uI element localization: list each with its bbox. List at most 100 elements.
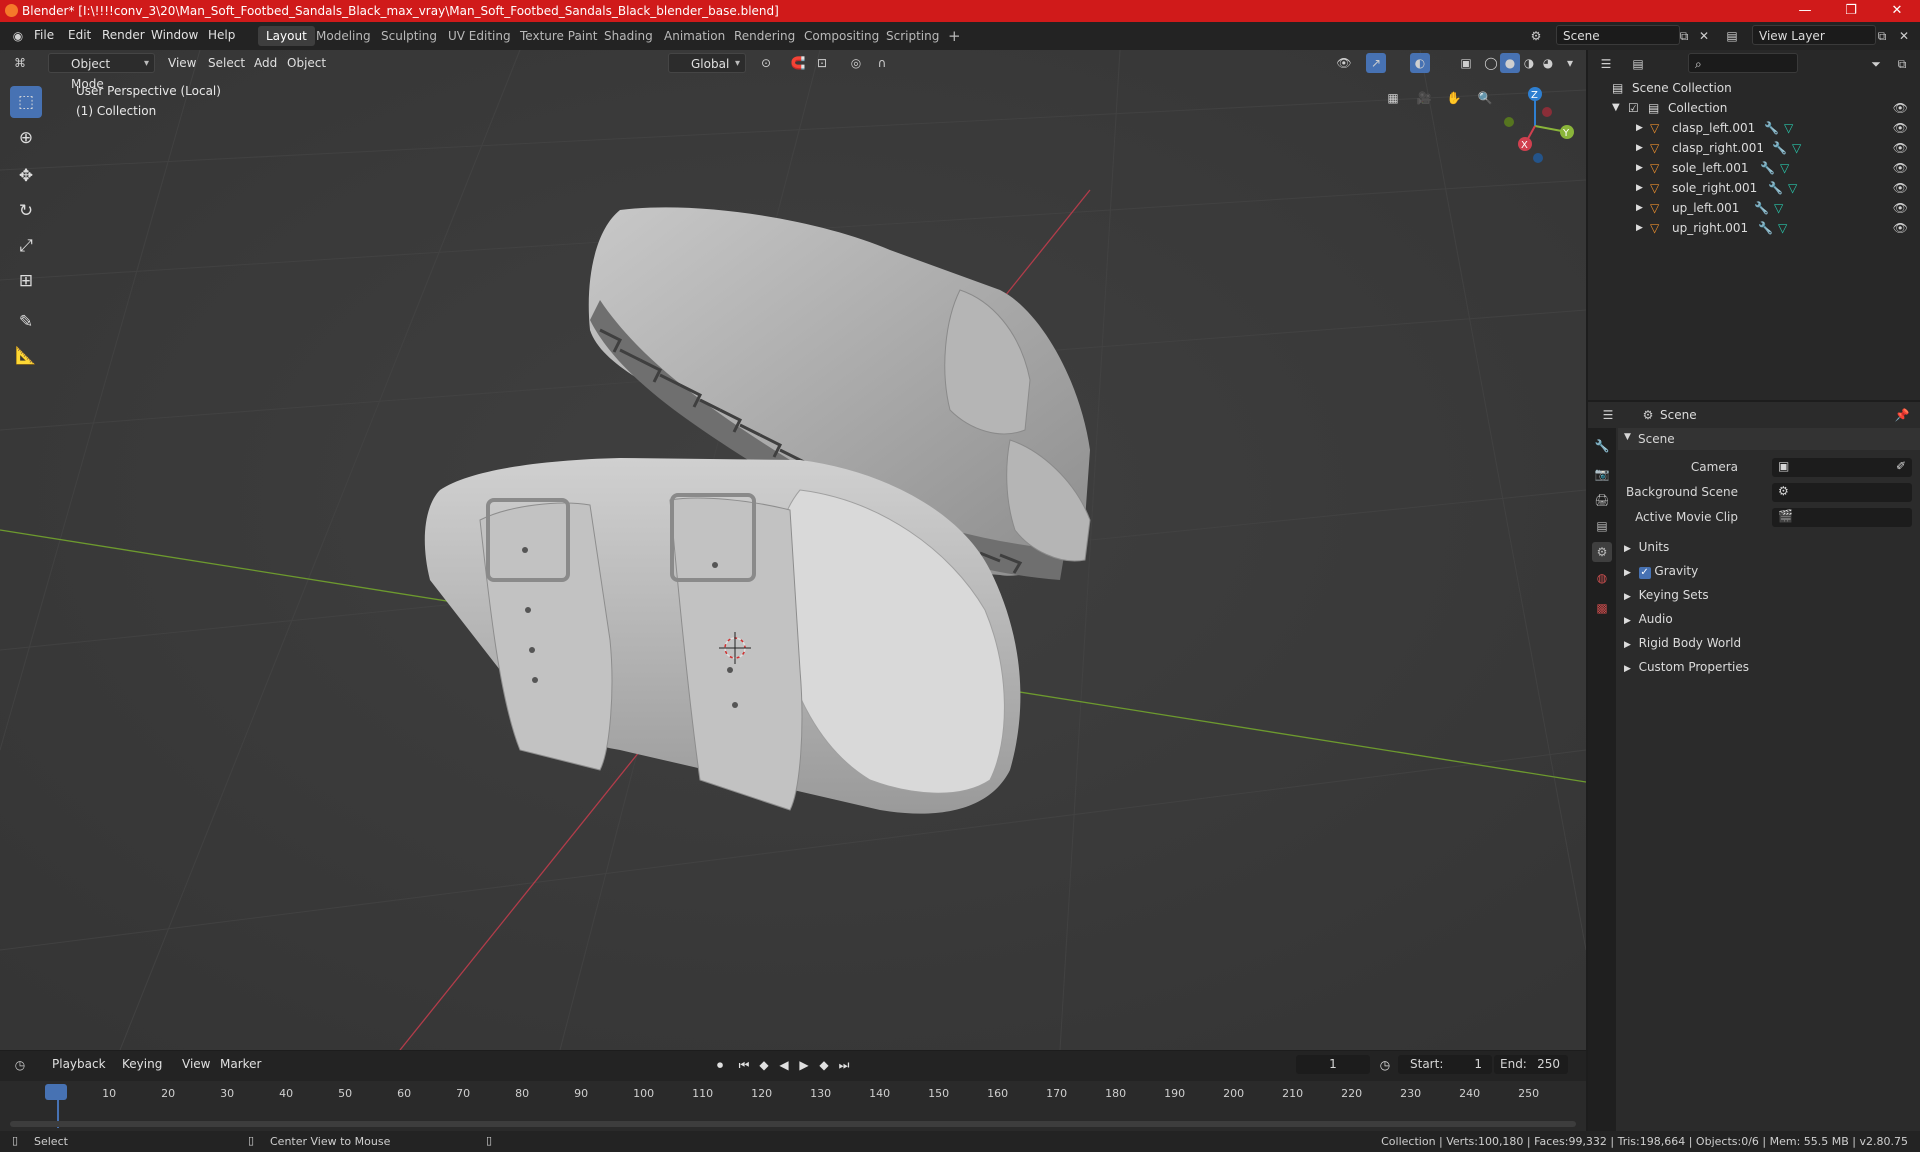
- camera-view-icon[interactable]: 🎥: [1414, 88, 1434, 108]
- scale-tool-icon[interactable]: ⤢: [10, 230, 42, 262]
- view-layer-tab-icon[interactable]: ▤: [1592, 516, 1612, 536]
- scene-field[interactable]: Scene: [1556, 25, 1680, 45]
- viewport-menu-select[interactable]: Select: [208, 56, 245, 70]
- outliner-object-row[interactable]: ▶ ▽ up_right.001 🔧 ▽ 👁: [1588, 218, 1920, 238]
- solid-shading-icon[interactable]: ●: [1500, 53, 1520, 73]
- camera-field[interactable]: ▣ ✐: [1772, 458, 1912, 477]
- measure-tool-icon[interactable]: 📐: [10, 340, 42, 372]
- outliner-object-row[interactable]: ▶ ▽ sole_left.001 🔧 ▽ 👁: [1588, 158, 1920, 178]
- mesh-data-icon[interactable]: ▽: [1784, 118, 1793, 138]
- expand-triangle-icon[interactable]: ▶: [1636, 138, 1643, 158]
- output-tab-icon[interactable]: 🖨: [1592, 490, 1612, 510]
- tab-layout[interactable]: Layout: [258, 26, 315, 46]
- tab-scripting[interactable]: Scripting: [878, 26, 947, 46]
- tab-uv-editing[interactable]: UV Editing: [440, 26, 519, 46]
- eye-icon[interactable]: 👁: [1893, 118, 1908, 138]
- tab-texture-paint[interactable]: Texture Paint: [512, 26, 605, 46]
- delete-view-layer-icon[interactable]: ✕: [1894, 26, 1914, 46]
- tool-settings-tab-icon[interactable]: 🔧: [1592, 436, 1612, 456]
- modifier-wrench-icon[interactable]: 🔧: [1772, 138, 1787, 158]
- tab-compositing[interactable]: Compositing: [796, 26, 887, 46]
- cursor-tool-icon[interactable]: ⊕: [10, 122, 42, 154]
- modifier-wrench-icon[interactable]: 🔧: [1760, 158, 1775, 178]
- scene-panel-header[interactable]: ▼ Scene: [1618, 428, 1920, 450]
- modifier-wrench-icon[interactable]: 🔧: [1758, 218, 1773, 238]
- viewport-menu-add[interactable]: Add: [254, 56, 277, 70]
- pivot-point-icon[interactable]: ⊙: [756, 53, 776, 73]
- render-tab-icon[interactable]: 📷: [1592, 464, 1612, 484]
- expand-triangle-icon[interactable]: ▶: [1636, 118, 1643, 138]
- move-tool-icon[interactable]: ✥: [10, 160, 42, 192]
- mesh-data-icon[interactable]: ▽: [1778, 218, 1787, 238]
- outliner-object-row[interactable]: ▶ ▽ sole_right.001 🔧 ▽ 👁: [1588, 178, 1920, 198]
- menu-help[interactable]: Help: [208, 28, 235, 42]
- collection-checkbox-icon[interactable]: ☑: [1628, 98, 1639, 118]
- section-rigid-body-world[interactable]: ▶ Rigid Body World: [1624, 636, 1741, 650]
- new-view-layer-icon[interactable]: ⧉: [1872, 26, 1892, 46]
- rotate-tool-icon[interactable]: ↻: [10, 195, 42, 227]
- overlay-toggle-icon[interactable]: ◐: [1410, 53, 1430, 73]
- menu-window[interactable]: Window: [151, 28, 198, 42]
- tab-modeling[interactable]: Modeling: [308, 26, 379, 46]
- close-window-button[interactable]: ✕: [1874, 0, 1920, 22]
- transform-orientation-dropdown[interactable]: Global: [668, 53, 746, 74]
- tab-animation[interactable]: Animation: [656, 26, 733, 46]
- select-box-tool-icon[interactable]: ⬚: [10, 86, 42, 118]
- maximize-button[interactable]: ❐: [1828, 0, 1874, 22]
- timeline-scrollbar[interactable]: [10, 1121, 1576, 1127]
- outliner-scene-collection[interactable]: ▤ Scene Collection: [1588, 78, 1920, 98]
- display-mode-icon[interactable]: ▤: [1628, 54, 1648, 74]
- section-audio[interactable]: ▶ Audio: [1624, 612, 1673, 626]
- proportional-edit-icon[interactable]: ◎: [846, 53, 866, 73]
- zoom-view-icon[interactable]: 🔍: [1475, 88, 1495, 108]
- navigation-gizmo[interactable]: Z Y X: [1495, 84, 1575, 164]
- playhead-marker[interactable]: [45, 1084, 67, 1100]
- tab-shading[interactable]: Shading: [596, 26, 661, 46]
- blender-menu-icon[interactable]: ◉: [8, 26, 28, 46]
- annotate-tool-icon[interactable]: ✎: [10, 306, 42, 338]
- xray-toggle-icon[interactable]: ▣: [1456, 53, 1476, 73]
- toggle-grid-icon[interactable]: ▦: [1383, 88, 1403, 108]
- scene-icon[interactable]: ⚙: [1526, 26, 1546, 46]
- background-scene-field[interactable]: ⚙: [1772, 483, 1912, 502]
- eye-icon[interactable]: 👁: [1893, 218, 1908, 238]
- eye-icon[interactable]: 👁: [1893, 138, 1908, 158]
- tab-sculpting[interactable]: Sculpting: [373, 26, 445, 46]
- active-movie-clip-field[interactable]: 🎬: [1772, 508, 1912, 527]
- modifier-wrench-icon[interactable]: 🔧: [1768, 178, 1783, 198]
- tab-rendering[interactable]: Rendering: [726, 26, 803, 46]
- properties-editor-icon[interactable]: ☰: [1598, 405, 1618, 425]
- viewport-menu-object[interactable]: Object: [287, 56, 326, 70]
- eye-icon[interactable]: 👁: [1893, 178, 1908, 198]
- eye-icon[interactable]: 👁: [1893, 98, 1908, 118]
- delete-scene-icon[interactable]: ✕: [1694, 26, 1714, 46]
- modifier-wrench-icon[interactable]: 🔧: [1754, 198, 1769, 218]
- expand-triangle-icon[interactable]: ▶: [1636, 198, 1643, 218]
- eye-icon[interactable]: 👁: [1893, 158, 1908, 178]
- outliner-object-row[interactable]: ▶ ▽ clasp_right.001 🔧 ▽ 👁: [1588, 138, 1920, 158]
- transform-tool-icon[interactable]: ⊞: [10, 265, 42, 297]
- menu-edit[interactable]: Edit: [68, 28, 91, 42]
- gizmo-toggle-icon[interactable]: ↗: [1366, 53, 1386, 73]
- section-units[interactable]: ▶ Units: [1624, 540, 1669, 554]
- mesh-data-icon[interactable]: ▽: [1788, 178, 1797, 198]
- editor-type-icon[interactable]: ⌘: [10, 53, 30, 73]
- object-mode-dropdown[interactable]: Object Mode: [48, 53, 155, 91]
- section-keying-sets[interactable]: ▶ Keying Sets: [1624, 588, 1709, 602]
- eyedropper-icon[interactable]: ✐: [1896, 459, 1906, 473]
- minimize-button[interactable]: —: [1782, 0, 1828, 22]
- mesh-data-icon[interactable]: ▽: [1792, 138, 1801, 158]
- collapse-triangle-icon[interactable]: ▼: [1612, 98, 1620, 118]
- world-tab-icon[interactable]: ◍: [1592, 568, 1612, 588]
- scene-tab-icon[interactable]: ⚙: [1592, 542, 1612, 562]
- shading-options-icon[interactable]: ▾: [1560, 53, 1580, 73]
- gravity-checkbox[interactable]: ✓: [1638, 567, 1651, 579]
- section-gravity[interactable]: ▶ ✓ Gravity: [1624, 564, 1698, 579]
- viewport-menu-view[interactable]: View: [168, 56, 196, 70]
- snap-icon[interactable]: 🧲: [788, 53, 808, 73]
- new-collection-icon[interactable]: ⧉: [1892, 54, 1912, 74]
- mesh-data-icon[interactable]: ▽: [1780, 158, 1789, 178]
- outliner-editor-icon[interactable]: ☰: [1596, 54, 1616, 74]
- rendered-shading-icon[interactable]: ◕: [1538, 53, 1558, 73]
- eye-icon[interactable]: 👁: [1893, 198, 1908, 218]
